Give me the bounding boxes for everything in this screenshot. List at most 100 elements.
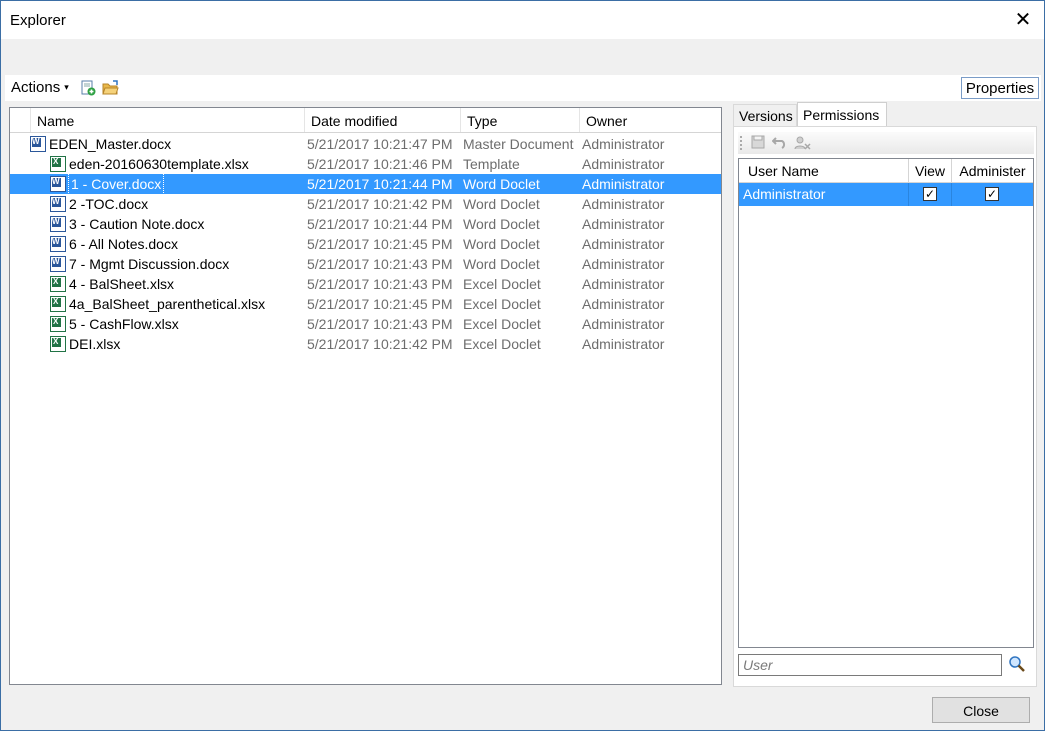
file-owner: Administrator <box>582 236 665 252</box>
file-type: Word Doclet <box>463 196 540 212</box>
file-name: DEI.xlsx <box>69 336 121 352</box>
file-type: Word Doclet <box>463 256 540 272</box>
tree-header: Name Date modified Type Owner <box>10 108 721 133</box>
column-header-type[interactable]: Type <box>460 108 579 132</box>
tree-row[interactable]: 4a_BalSheet_parenthetical.xlsx 5/21/2017 … <box>10 294 721 314</box>
file-date-modified: 5/21/2017 10:21:43 PM <box>307 316 453 332</box>
word-document-icon <box>50 256 66 272</box>
tree-row[interactable]: eden-20160630template.xlsx 5/21/2017 10:2… <box>10 154 721 174</box>
remove-user-icon[interactable] <box>794 135 811 151</box>
column-header-administer[interactable]: Administer <box>951 159 1033 182</box>
column-header-owner[interactable]: Owner <box>579 108 721 132</box>
word-document-icon <box>50 196 66 212</box>
file-name: eden-20160630template.xlsx <box>69 156 249 172</box>
file-type: Excel Doclet <box>463 336 541 352</box>
permission-row[interactable]: Administrator ✓ ✓ <box>739 183 1033 206</box>
toolbar-grip <box>740 136 744 150</box>
tree-row[interactable]: 4 - BalSheet.xlsx 5/21/2017 10:21:43 PM Ex… <box>10 274 721 294</box>
tree-row[interactable]: DEI.xlsx 5/21/2017 10:21:42 PM Excel Docle… <box>10 334 721 354</box>
tree-row-name: 1 - Cover.docx <box>50 173 165 195</box>
excel-document-icon <box>50 336 66 352</box>
explorer-window: Explorer ✕ Actions ▾ Properties Name Date… <box>0 0 1045 731</box>
file-owner: Administrator <box>582 136 665 152</box>
permissions-grid: User Name View Administer Administrator … <box>738 158 1034 648</box>
file-owner: Administrator <box>582 296 665 312</box>
undo-icon[interactable] <box>771 135 788 151</box>
column-header-date-modified[interactable]: Date modified <box>304 108 460 132</box>
file-type: Word Doclet <box>463 236 540 252</box>
user-search-input[interactable] <box>738 654 1002 676</box>
file-date-modified: 5/21/2017 10:21:45 PM <box>307 236 453 252</box>
tree-row[interactable]: 5 - CashFlow.xlsx 5/21/2017 10:21:43 PM Ex… <box>10 314 721 334</box>
search-icon[interactable] <box>1008 655 1026 673</box>
excel-document-icon <box>50 296 66 312</box>
file-owner: Administrator <box>582 316 665 332</box>
file-owner: Administrator <box>582 256 665 272</box>
excel-document-icon <box>50 276 66 292</box>
excel-template-icon <box>50 156 66 172</box>
file-owner: Administrator <box>582 196 665 212</box>
column-header-name[interactable]: Name <box>30 108 304 132</box>
permissions-tab-body: User Name View Administer Administrator … <box>733 126 1037 687</box>
column-header-view[interactable]: View <box>908 159 951 182</box>
properties-button[interactable]: Properties <box>961 77 1039 99</box>
file-name: 6 - All Notes.docx <box>69 236 178 252</box>
tree-row-name: 2 -TOC.docx <box>50 194 148 214</box>
file-date-modified: 5/21/2017 10:21:46 PM <box>307 156 453 172</box>
file-name: 3 - Caution Note.docx <box>69 216 205 232</box>
file-owner: Administrator <box>582 156 665 172</box>
word-document-icon <box>50 236 66 252</box>
tab-permissions[interactable]: Permissions <box>797 102 887 128</box>
file-name: 4a_BalSheet_parenthetical.xlsx <box>69 296 266 312</box>
tree-row[interactable]: 1 - Cover.docx 5/21/2017 10:21:44 PM Word … <box>10 173 721 195</box>
tree-row[interactable]: 3 - Caution Note.docx 5/21/2017 10:21:44 … <box>10 214 721 234</box>
tree-row-name: 4 - BalSheet.xlsx <box>50 274 174 294</box>
tree-row[interactable]: 2 -TOC.docx 5/21/2017 10:21:42 PM Word Doc… <box>10 194 721 214</box>
file-name: 2 -TOC.docx <box>69 196 149 212</box>
add-green-document-icon[interactable] <box>80 80 96 96</box>
file-date-modified: 5/21/2017 10:21:45 PM <box>307 296 453 312</box>
file-date-modified: 5/21/2017 10:21:43 PM <box>307 276 453 292</box>
tree-row-name: 4a_BalSheet_parenthetical.xlsx <box>50 294 265 314</box>
file-name: 1 - Cover.docx <box>67 173 165 195</box>
save-icon[interactable] <box>750 135 766 151</box>
file-date-modified: 5/21/2017 10:21:44 PM <box>307 176 453 192</box>
file-name: 4 - BalSheet.xlsx <box>69 276 175 292</box>
file-owner: Administrator <box>582 176 665 192</box>
tree-row[interactable]: EDEN_Master.docx 5/21/2017 10:21:47 PM Mas… <box>10 134 721 154</box>
document-tree-panel: Name Date modified Type Owner EDEN_Maste… <box>9 107 722 685</box>
tree-row-name: eden-20160630template.xlsx <box>50 154 249 174</box>
tree-row-name: 3 - Caution Note.docx <box>50 214 204 234</box>
word-document-icon <box>30 136 46 152</box>
file-type: Excel Doclet <box>463 296 541 312</box>
file-owner: Administrator <box>582 336 665 352</box>
word-document-icon <box>50 176 66 192</box>
file-type: Master Document <box>463 136 574 152</box>
file-date-modified: 5/21/2017 10:21:42 PM <box>307 336 453 352</box>
view-checkbox[interactable]: ✓ <box>923 187 937 201</box>
open-folder-icon[interactable] <box>102 80 119 96</box>
tree-row[interactable]: 7 - Mgmt Discussion.docx 5/21/2017 10:21:… <box>10 254 721 274</box>
tree-row-name: 7 - Mgmt Discussion.docx <box>50 254 229 274</box>
file-name: EDEN_Master.docx <box>49 136 172 152</box>
file-type: Word Doclet <box>463 216 540 232</box>
excel-document-icon <box>50 316 66 332</box>
file-owner: Administrator <box>582 276 665 292</box>
tree-row[interactable]: 6 - All Notes.docx 5/21/2017 10:21:45 PM W… <box>10 234 721 254</box>
file-date-modified: 5/21/2017 10:21:42 PM <box>307 196 453 212</box>
administer-cell: ✓ <box>951 183 1034 206</box>
permissions-grid-header: User Name View Administer <box>739 159 1033 183</box>
file-date-modified: 5/21/2017 10:21:44 PM <box>307 216 453 232</box>
view-cell: ✓ <box>908 183 952 206</box>
file-type: Template <box>463 156 520 172</box>
actions-menu[interactable]: Actions ▾ <box>11 79 69 96</box>
column-header-user-name[interactable]: User Name <box>748 159 908 182</box>
window-close-icon[interactable]: ✕ <box>1012 9 1034 31</box>
close-button[interactable]: Close <box>932 697 1030 723</box>
tab-versions[interactable]: Versions <box>733 104 797 126</box>
file-type: Word Doclet <box>463 176 540 192</box>
administer-checkbox[interactable]: ✓ <box>985 187 999 201</box>
actions-label: Actions <box>11 79 61 96</box>
word-document-icon <box>50 216 66 232</box>
tree-row-name: DEI.xlsx <box>50 334 120 354</box>
